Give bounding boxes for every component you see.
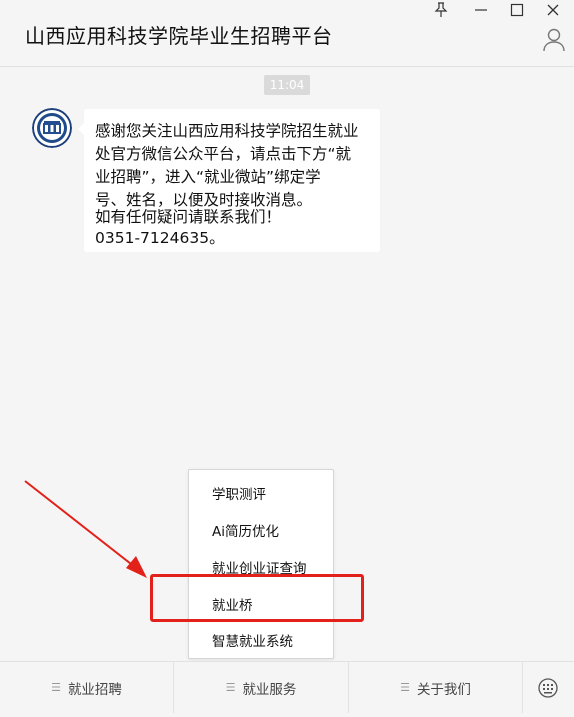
message-line: 如有任何疑问请联系我们！ (95, 208, 282, 226)
submenu-popup: 学职测评 Ai简历优化 就业创业证查询 就业桥 智慧就业系统 (188, 469, 334, 659)
menu-item-smart-employment[interactable]: 智慧就业系统 (212, 630, 293, 650)
message-line: 感谢您关注山西应用科技学院招生就业 (95, 122, 359, 140)
bottom-tab-label: 就业招聘 (67, 681, 122, 698)
window-title: 山西应用科技学院毕业生招聘平台 (25, 24, 333, 48)
menu-lines-icon: ☰ (51, 681, 61, 694)
bottom-tab-employment-services[interactable]: ☰ 就业服务 (174, 662, 348, 713)
highlight-box (150, 574, 364, 622)
user-profile-icon[interactable] (543, 28, 565, 52)
menu-item-career-assessment[interactable]: 学职测评 (212, 483, 266, 503)
minimize-icon[interactable] (468, 2, 494, 24)
keyboard-toggle-icon[interactable] (522, 662, 574, 713)
pin-icon[interactable] (428, 2, 454, 24)
bottom-menu-bar: ☰ 就业招聘 ☰ 就业服务 ☰ 关于我们 (0, 661, 574, 713)
message-bubble: 感谢您关注山西应用科技学院招生就业 处官方微信公众平台，请点击下方“就 业招聘”… (78, 109, 380, 252)
bubble-pointer (78, 123, 84, 135)
bottom-tab-label: 关于我们 (416, 681, 471, 698)
message-timestamp: 11:04 (264, 75, 310, 95)
message-line: 业招聘”，进入“就业微站”绑定学 (95, 168, 321, 186)
menu-item-ai-resume[interactable]: Ai简历优化 (212, 520, 279, 540)
menu-lines-icon: ☰ (225, 681, 236, 694)
bottom-tab-job-recruitment[interactable]: ☰ 就业招聘 (0, 662, 173, 713)
maximize-icon[interactable] (504, 2, 530, 24)
bottom-tab-label: 就业服务 (242, 681, 297, 698)
message-line: 处官方微信公众平台，请点击下方“就 (95, 145, 352, 163)
message-line: 0351-7124635。 (95, 229, 225, 247)
account-avatar[interactable] (32, 108, 72, 148)
window-header: 山西应用科技学院毕业生招聘平台 (0, 0, 574, 67)
close-icon[interactable] (540, 2, 566, 24)
bottom-tab-about-us[interactable]: ☰ 关于我们 (349, 662, 522, 713)
menu-lines-icon: ☰ (400, 681, 410, 694)
